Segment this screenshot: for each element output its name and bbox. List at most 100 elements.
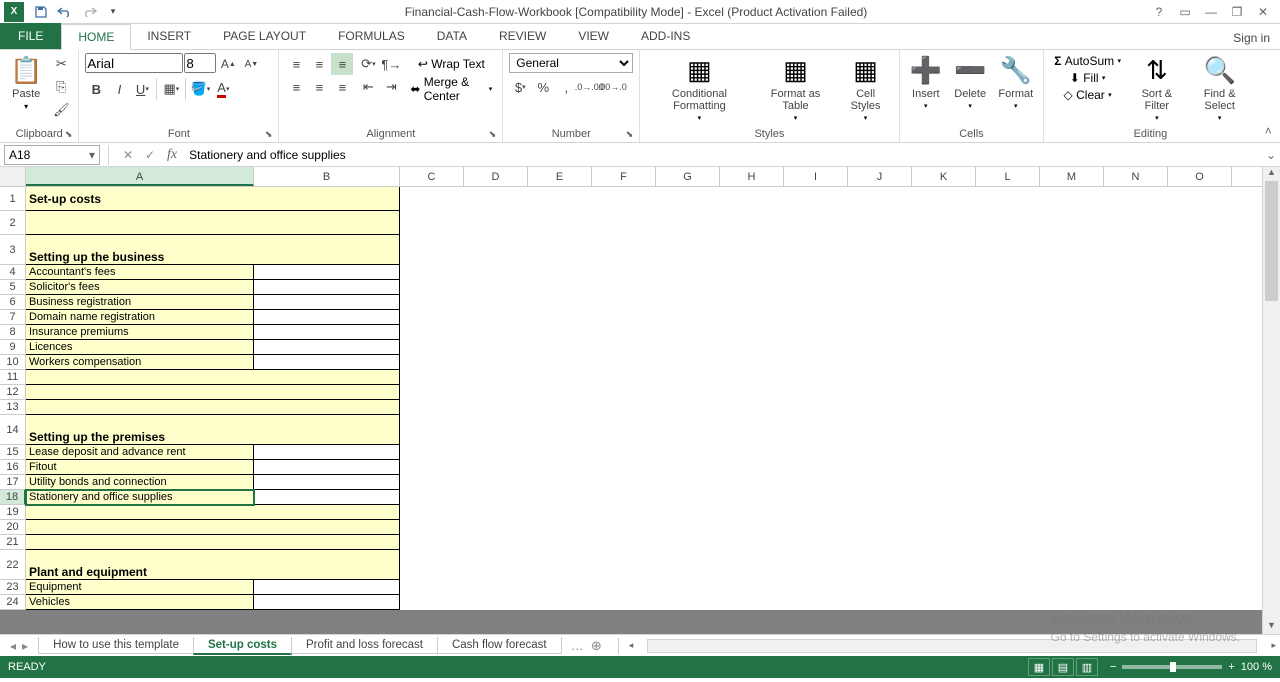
- paste-button[interactable]: 📋 Paste ▾: [6, 53, 46, 113]
- column-header[interactable]: I: [784, 167, 848, 186]
- tab-home[interactable]: HOME: [61, 24, 131, 50]
- enter-formula-icon[interactable]: ✓: [139, 145, 161, 165]
- tab-view[interactable]: VIEW: [562, 23, 625, 49]
- cell[interactable]: Insurance premiums: [26, 325, 254, 340]
- scroll-right-icon[interactable]: ▸: [1271, 640, 1276, 651]
- align-middle-button[interactable]: ≡: [308, 53, 330, 75]
- cell[interactable]: Utility bonds and connection: [26, 475, 254, 490]
- autosum-button[interactable]: Σ AutoSum ▾: [1050, 53, 1125, 69]
- tab-data[interactable]: DATA: [421, 23, 483, 49]
- cell[interactable]: [26, 211, 400, 235]
- cell[interactable]: Equipment: [26, 580, 254, 595]
- cut-button[interactable]: ✂: [50, 53, 72, 75]
- cell[interactable]: [26, 400, 400, 415]
- row-header[interactable]: 19: [0, 505, 26, 520]
- accounting-format-button[interactable]: $▾: [509, 76, 531, 98]
- row-header[interactable]: 21: [0, 535, 26, 550]
- row-header[interactable]: 12: [0, 385, 26, 400]
- row-header[interactable]: 24: [0, 595, 26, 610]
- row-header[interactable]: 4: [0, 265, 26, 280]
- cancel-formula-icon[interactable]: ✕: [117, 145, 139, 165]
- tab-page-layout[interactable]: PAGE LAYOUT: [207, 23, 322, 49]
- save-icon[interactable]: [30, 2, 52, 22]
- column-header[interactable]: D: [464, 167, 528, 186]
- sheet-tab-cf[interactable]: Cash flow forecast: [437, 637, 562, 654]
- page-layout-view-icon[interactable]: ▤: [1052, 658, 1074, 676]
- cell[interactable]: Setting up the business: [26, 235, 400, 265]
- undo-icon[interactable]: [54, 2, 76, 22]
- cell[interactable]: [26, 370, 400, 385]
- orientation-button[interactable]: ⟳▾: [357, 53, 379, 75]
- expand-formula-icon[interactable]: ⌄: [1262, 148, 1280, 162]
- tab-insert[interactable]: INSERT: [131, 23, 207, 49]
- cell[interactable]: [254, 595, 400, 610]
- scroll-left-icon[interactable]: ◂: [629, 640, 634, 651]
- cell[interactable]: Fitout: [26, 460, 254, 475]
- conditional-formatting-button[interactable]: ▦Conditional Formatting▾: [646, 53, 752, 124]
- row-header[interactable]: 5: [0, 280, 26, 295]
- zoom-out-icon[interactable]: −: [1110, 661, 1116, 673]
- help-icon[interactable]: ?: [1148, 2, 1170, 22]
- tab-formulas[interactable]: FORMULAS: [322, 23, 421, 49]
- number-format-select[interactable]: General: [509, 53, 633, 73]
- sheet-nav[interactable]: ◂▸: [0, 639, 38, 653]
- cell[interactable]: [254, 580, 400, 595]
- cell[interactable]: [254, 355, 400, 370]
- column-header[interactable]: C: [400, 167, 464, 186]
- dialog-launcher-icon[interactable]: ⬊: [626, 129, 634, 140]
- prev-sheet-icon[interactable]: ◂: [10, 639, 16, 653]
- cell[interactable]: Plant and equipment: [26, 550, 400, 580]
- name-box[interactable]: A18▾: [4, 145, 100, 165]
- column-header[interactable]: A: [26, 167, 254, 186]
- fill-button[interactable]: ⬇ Fill ▾: [1050, 70, 1125, 86]
- zoom-in-icon[interactable]: +: [1228, 661, 1234, 673]
- row-header[interactable]: 3: [0, 235, 26, 265]
- fx-icon[interactable]: fx: [167, 147, 177, 163]
- collapse-ribbon-icon[interactable]: ˄: [1257, 50, 1280, 142]
- cell[interactable]: Business registration: [26, 295, 254, 310]
- column-header[interactable]: J: [848, 167, 912, 186]
- column-header[interactable]: F: [592, 167, 656, 186]
- percent-button[interactable]: %: [532, 76, 554, 98]
- cell[interactable]: Set-up costs: [26, 187, 400, 211]
- dialog-launcher-icon[interactable]: ⬊: [489, 129, 497, 140]
- cell-styles-button[interactable]: ▦Cell Styles▾: [838, 53, 892, 124]
- column-header[interactable]: O: [1168, 167, 1232, 186]
- cell[interactable]: [254, 490, 400, 505]
- cell[interactable]: [26, 385, 400, 400]
- tab-file[interactable]: FILE: [0, 23, 61, 49]
- increase-indent-button[interactable]: ⇥: [380, 76, 402, 98]
- row-header[interactable]: 23: [0, 580, 26, 595]
- minimize-icon[interactable]: —: [1200, 2, 1222, 22]
- column-header[interactable]: N: [1104, 167, 1168, 186]
- decrease-indent-button[interactable]: ⇤: [357, 76, 379, 98]
- next-sheet-icon[interactable]: ▸: [22, 639, 28, 653]
- row-header[interactable]: 22: [0, 550, 26, 580]
- row-header[interactable]: 16: [0, 460, 26, 475]
- sheet-tab-pl[interactable]: Profit and loss forecast: [291, 637, 438, 654]
- row-header[interactable]: 20: [0, 520, 26, 535]
- tab-review[interactable]: REVIEW: [483, 23, 562, 49]
- cell[interactable]: [26, 535, 400, 550]
- dialog-launcher-icon[interactable]: ⬊: [65, 129, 73, 140]
- format-as-table-button[interactable]: ▦Format as Table▾: [757, 53, 835, 124]
- close-icon[interactable]: ✕: [1252, 2, 1274, 22]
- row-header[interactable]: 18: [0, 490, 26, 505]
- cell[interactable]: [254, 310, 400, 325]
- redo-icon[interactable]: [78, 2, 100, 22]
- row-header[interactable]: 13: [0, 400, 26, 415]
- vertical-scrollbar[interactable]: ▲ ▼: [1262, 167, 1280, 634]
- more-sheets-icon[interactable]: …: [571, 638, 584, 653]
- tab-addins[interactable]: ADD-INS: [625, 23, 706, 49]
- cell[interactable]: [254, 280, 400, 295]
- cell[interactable]: [254, 265, 400, 280]
- cell[interactable]: Workers compensation: [26, 355, 254, 370]
- cell[interactable]: Lease deposit and advance rent: [26, 445, 254, 460]
- bold-button[interactable]: B: [85, 78, 107, 100]
- align-left-button[interactable]: ≡: [285, 76, 307, 98]
- cell[interactable]: Licences: [26, 340, 254, 355]
- font-name-select[interactable]: [85, 53, 183, 73]
- page-break-view-icon[interactable]: ▥: [1076, 658, 1098, 676]
- italic-button[interactable]: I: [108, 78, 130, 100]
- restore-icon[interactable]: ❐: [1226, 2, 1248, 22]
